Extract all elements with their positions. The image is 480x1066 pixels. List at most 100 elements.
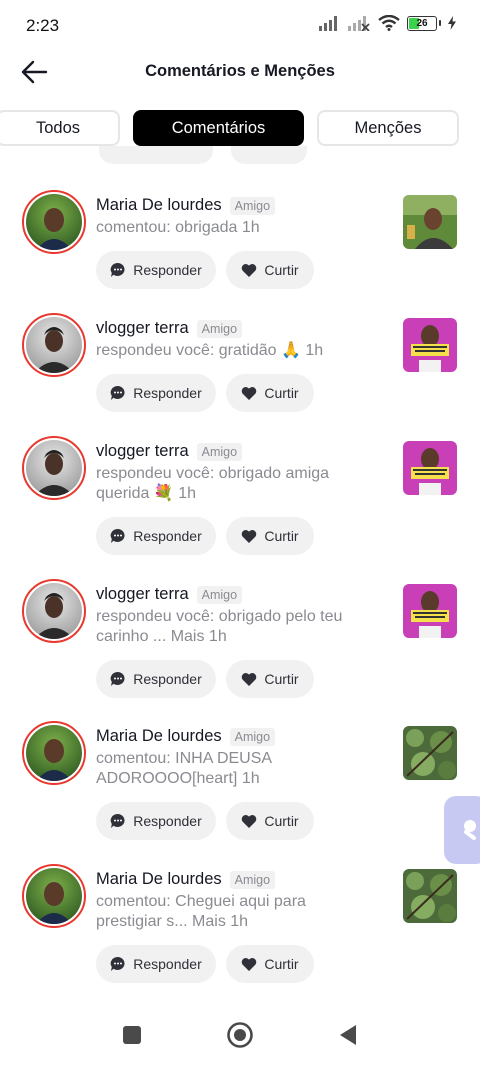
- friend-badge: Amigo: [229, 727, 276, 746]
- heart-icon: [242, 529, 257, 543]
- battery-level: 26: [416, 17, 428, 29]
- reply-label: Responder: [133, 956, 202, 972]
- reply-button[interactable]: Responder: [96, 660, 216, 698]
- reply-button[interactable]: Responder: [96, 374, 216, 412]
- avatar[interactable]: [22, 579, 86, 643]
- avatar[interactable]: [22, 864, 86, 928]
- comment-line[interactable]: prestigiar s... Mais 1h: [96, 912, 386, 932]
- reply-button[interactable]: Responder: [96, 517, 216, 555]
- reply-label: Responder: [133, 671, 202, 687]
- avatar[interactable]: [22, 190, 86, 254]
- tab-mencoes[interactable]: Menções: [317, 110, 459, 146]
- like-label: Curtir: [264, 956, 299, 972]
- header: Comentários e Menções: [0, 50, 480, 94]
- reply-button[interactable]: Responder: [96, 802, 216, 840]
- comment-line: querida 💐 1h: [96, 485, 196, 502]
- like-label: Curtir: [264, 813, 299, 829]
- chat-bubble-icon: [110, 528, 125, 543]
- reply-label: Responder: [133, 385, 202, 401]
- floating-icon: [464, 820, 476, 840]
- heart-icon: [242, 672, 257, 686]
- commenter-name[interactable]: Maria De lourdes: [96, 870, 222, 889]
- comment-line: respondeu você: obrigado pelo teu: [96, 608, 343, 625]
- video-thumbnail[interactable]: [403, 441, 457, 495]
- commenter-name[interactable]: vlogger terra: [96, 319, 189, 338]
- like-label: Curtir: [264, 528, 299, 544]
- tab-comentarios[interactable]: Comentários: [133, 110, 304, 146]
- video-thumbnail[interactable]: [403, 869, 457, 923]
- video-thumbnail[interactable]: [403, 584, 457, 638]
- chat-bubble-icon: [110, 813, 125, 828]
- comment-line[interactable]: carinho ... Mais 1h: [96, 627, 386, 647]
- friend-badge: Amigo: [196, 319, 243, 338]
- comment-text: comentou: obrigada 1h: [96, 218, 386, 238]
- friend-badge: Amigo: [196, 442, 243, 461]
- avatar-image: [26, 583, 82, 639]
- home-icon: [227, 1022, 253, 1048]
- like-button[interactable]: Curtir: [226, 251, 314, 289]
- reply-button[interactable]: Responder: [96, 251, 216, 289]
- system-nav-bar: [0, 1004, 480, 1066]
- video-thumbnail[interactable]: [403, 726, 457, 780]
- commenter-name[interactable]: vlogger terra: [96, 585, 189, 604]
- chat-bubble-icon: [110, 262, 125, 277]
- like-button[interactable]: Curtir: [226, 802, 314, 840]
- comment-text: respondeu você: obrigado amiga querida 💐…: [96, 464, 386, 504]
- like-button[interactable]: Curtir: [226, 374, 314, 412]
- avatar-image: [26, 440, 82, 496]
- comment-line: comentou: Cheguei aqui para: [96, 893, 306, 910]
- comment-line: comentou: INHA DEUSA: [96, 750, 273, 767]
- comment-text: comentou: INHA DEUSA ADOROOOO[heart] 1h: [96, 749, 386, 789]
- battery-icon: 26: [407, 15, 441, 31]
- friend-badge: Amigo: [229, 870, 276, 889]
- recent-apps-icon: [123, 1026, 141, 1044]
- like-button[interactable]: Curtir: [226, 945, 314, 983]
- recent-apps-button[interactable]: [117, 1020, 147, 1050]
- page-title: Comentários e Menções: [145, 62, 335, 80]
- comment-line: ADOROOOO[heart] 1h: [96, 770, 260, 787]
- video-thumbnail[interactable]: [403, 195, 457, 249]
- reply-label: Responder: [133, 813, 202, 829]
- comment-line: respondeu você: gratidão 🙏 1h: [96, 342, 324, 359]
- commenter-name[interactable]: Maria De lourdes: [96, 727, 222, 746]
- like-label: Curtir: [264, 671, 299, 687]
- commenter-name[interactable]: vlogger terra: [96, 442, 189, 461]
- reply-button[interactable]: Responder: [96, 945, 216, 983]
- tab-bar: Todos Comentários Menções: [0, 110, 480, 146]
- tab-todos[interactable]: Todos: [0, 110, 120, 146]
- avatar[interactable]: [22, 313, 86, 377]
- heart-icon: [242, 263, 257, 277]
- avatar-image: [26, 194, 82, 250]
- wifi-icon: [378, 15, 400, 31]
- like-label: Curtir: [264, 262, 299, 278]
- like-button[interactable]: Curtir: [226, 517, 314, 555]
- avatar[interactable]: [22, 436, 86, 500]
- chat-bubble-icon: [110, 385, 125, 400]
- friend-badge: Amigo: [229, 196, 276, 215]
- charging-icon: [448, 16, 456, 30]
- heart-icon: [242, 386, 257, 400]
- signal-off-icon: [348, 16, 370, 31]
- system-back-button[interactable]: [333, 1020, 363, 1050]
- avatar-image: [26, 725, 82, 781]
- scrolled-like-button[interactable]: [231, 146, 307, 164]
- comment-text: respondeu você: obrigado pelo teu carinh…: [96, 607, 386, 647]
- comment-text: comentou: Cheguei aqui para prestigiar s…: [96, 892, 386, 932]
- back-icon: [340, 1025, 356, 1045]
- chat-bubble-icon: [110, 671, 125, 686]
- heart-icon: [242, 957, 257, 971]
- scrolled-reply-button[interactable]: [99, 146, 213, 164]
- reply-label: Responder: [133, 528, 202, 544]
- video-thumbnail[interactable]: [403, 318, 457, 372]
- heart-icon: [242, 814, 257, 828]
- avatar[interactable]: [22, 721, 86, 785]
- friend-badge: Amigo: [196, 585, 243, 604]
- like-button[interactable]: Curtir: [226, 660, 314, 698]
- comment-line: comentou: obrigada 1h: [96, 219, 260, 236]
- avatar-image: [26, 868, 82, 924]
- reply-label: Responder: [133, 262, 202, 278]
- home-button[interactable]: [225, 1020, 255, 1050]
- status-icons: 26: [318, 15, 456, 31]
- floating-side-button[interactable]: [444, 796, 480, 864]
- commenter-name[interactable]: Maria De lourdes: [96, 196, 222, 215]
